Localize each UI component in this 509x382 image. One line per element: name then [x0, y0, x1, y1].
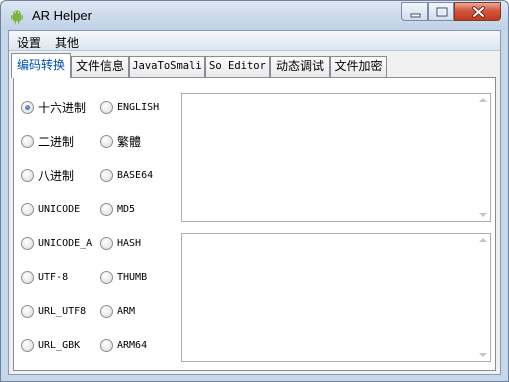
radio-circle [21, 202, 34, 216]
scroll-up-icon[interactable] [479, 237, 487, 243]
android-icon [11, 10, 23, 24]
tab-file-info[interactable]: 文件信息 [71, 56, 129, 77]
radio-url-utf8[interactable]: URL_UTF8 [21, 303, 86, 319]
radio-label: ENGLISH [117, 101, 160, 113]
input-textarea[interactable] [181, 93, 491, 222]
tab-dynamic-debug[interactable]: 动态调试 [270, 56, 330, 77]
radio-circle [100, 338, 113, 352]
radio-label: URL_UTF8 [38, 305, 87, 317]
radio-utf8[interactable]: UTF-8 [21, 269, 68, 285]
radio-hex[interactable]: 十六进制 [21, 99, 86, 115]
radio-base64[interactable]: BASE64 [100, 167, 153, 183]
radio-circle [100, 304, 113, 318]
radio-url-gbk[interactable]: URL_GBK [21, 337, 80, 353]
scroll-down-icon[interactable] [479, 212, 487, 218]
tab-file-encrypt[interactable]: 文件加密 [330, 56, 387, 77]
client-area: 设置 其他 编码转换 文件信息 JavaToSmali So Editor 动态… [8, 30, 501, 375]
radio-circle [100, 100, 113, 114]
radio-thumb[interactable]: THUMB [100, 269, 147, 285]
radio-english[interactable]: ENGLISH [100, 99, 159, 115]
maximize-button[interactable] [428, 2, 454, 21]
radio-circle [100, 134, 113, 148]
close-button[interactable] [454, 2, 501, 21]
radio-circle [21, 100, 34, 114]
radio-octal[interactable]: 八进制 [21, 167, 74, 183]
tab-so-editor[interactable]: So Editor [205, 56, 270, 77]
radio-label: UTF-8 [38, 271, 69, 283]
tab-strip: 编码转换 文件信息 JavaToSmali So Editor 动态调试 文件加… [9, 53, 500, 78]
radio-circle [21, 134, 34, 148]
radio-label: ARM [117, 305, 136, 317]
radio-label: 繁體 [117, 134, 142, 149]
radio-unicode[interactable]: UNICODE [21, 201, 80, 217]
radio-circle [100, 236, 113, 250]
radio-md5[interactable]: MD5 [100, 201, 135, 217]
tab-java-to-smali[interactable]: JavaToSmali [129, 56, 205, 77]
radio-label: 十六进制 [38, 100, 87, 115]
radio-unicode-a[interactable]: UNICODE_A [21, 235, 92, 251]
menu-bar: 设置 其他 [9, 31, 500, 51]
radio-circle [100, 270, 113, 284]
radio-arm[interactable]: ARM [100, 303, 135, 319]
radio-traditional-chinese[interactable]: 繁體 [100, 133, 141, 149]
radio-label: MD5 [117, 203, 136, 215]
output-textarea[interactable] [181, 233, 491, 362]
menu-settings[interactable]: 设置 [17, 34, 41, 51]
radio-label: 二进制 [38, 134, 75, 149]
maximize-icon [436, 7, 448, 17]
encoding-panel: 十六进制 二进制 八进制 UNICODE UNICODE_A UTF-8 URL… [13, 77, 496, 371]
radio-arm64[interactable]: ARM64 [100, 337, 147, 353]
radio-label: BASE64 [117, 169, 154, 181]
radio-label: URL_GBK [38, 339, 81, 351]
radio-label: ARM64 [117, 339, 148, 351]
close-icon [472, 6, 485, 18]
window-title: AR Helper [32, 8, 92, 23]
app-window: AR Helper 设置 其他 编码转换 文件信息 JavaToSmali So… [0, 0, 509, 382]
radio-circle [21, 270, 34, 284]
radio-binary[interactable]: 二进制 [21, 133, 74, 149]
radio-circle [100, 202, 113, 216]
radio-label: UNICODE [38, 203, 81, 215]
scroll-down-icon[interactable] [479, 352, 487, 358]
radio-circle [21, 168, 34, 182]
radio-circle [21, 338, 34, 352]
title-bar[interactable]: AR Helper [1, 1, 508, 30]
radio-label: 八进制 [38, 168, 75, 183]
radio-circle [21, 236, 34, 250]
radio-label: UNICODE_A [38, 237, 93, 249]
radio-circle [100, 168, 113, 182]
radio-circle [21, 304, 34, 318]
minimize-button[interactable] [401, 2, 428, 21]
menu-other[interactable]: 其他 [55, 34, 79, 51]
scroll-up-icon[interactable] [479, 97, 487, 103]
radio-label: THUMB [117, 271, 148, 283]
tab-encoding[interactable]: 编码转换 [11, 53, 71, 78]
radio-hash[interactable]: HASH [100, 235, 141, 251]
radio-label: HASH [117, 237, 142, 249]
minimize-icon [410, 13, 421, 18]
